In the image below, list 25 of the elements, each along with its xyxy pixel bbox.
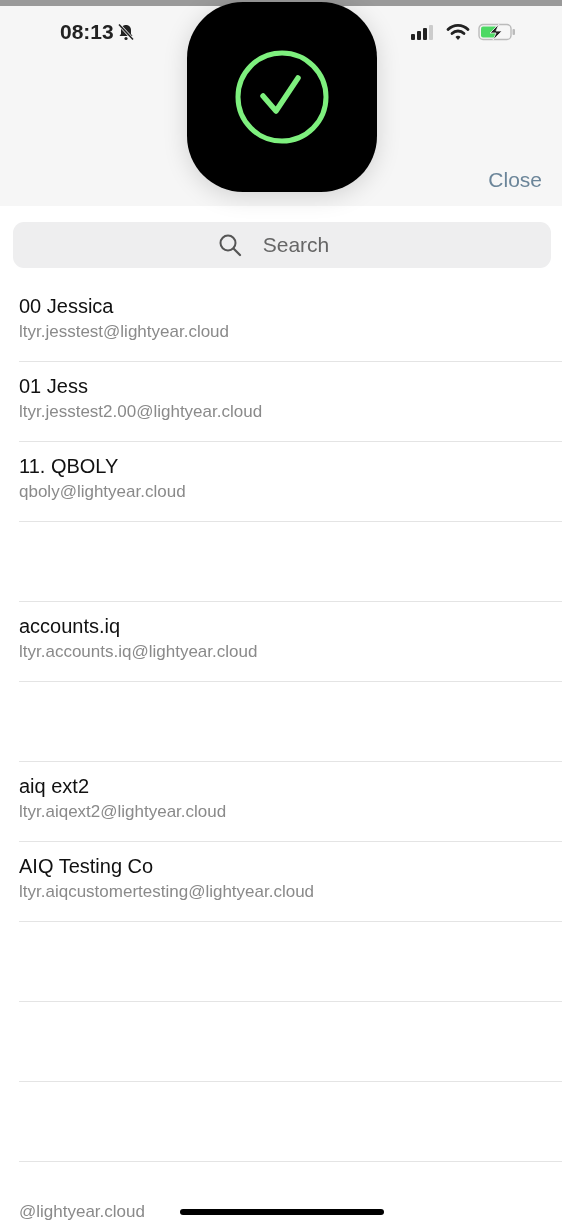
contact-email: ltyr.accounts.iq@lightyear.cloud [19, 642, 258, 662]
contact-email: ltyr.aiqcustomertesting@lightyear.cloud [19, 882, 315, 902]
search-field[interactable]: Search [13, 222, 551, 268]
contact-name: 00 Jessica [19, 295, 114, 318]
contact-name: 01 Jess [19, 375, 88, 398]
contact-email: ltyr.aiqext2@lightyear.cloud [19, 802, 227, 822]
contact-row[interactable]: AIQ Testing Co ltyr.aiqcustomertesting@lightyear.cloud [19, 842, 562, 922]
clock-time: 08:13 [60, 20, 114, 44]
contact-name: accounts.iq [19, 615, 121, 638]
wifi-icon [446, 23, 470, 41]
contact-email: qboly@lightyear.cloud [19, 482, 186, 502]
contact-name: aiq ext2 [19, 775, 90, 798]
contact-row[interactable]: 01 Jess ltyr.jesstest2.00@lightyear.cloud [19, 362, 562, 442]
check-circle-icon [234, 49, 330, 145]
contact-name: 11. QBOLY [19, 455, 119, 478]
contact-row[interactable]: aiq ext2 ltyr.aiqext2@lightyear.cloud [19, 762, 562, 842]
contact-email: @lightyear.cloud [19, 1202, 145, 1222]
close-button[interactable]: Close [488, 168, 542, 192]
contact-name: AIQ Testing Co [19, 855, 154, 878]
contact-email: ltyr.jesstest2.00@lightyear.cloud [19, 402, 263, 422]
contact-row[interactable]: accounts.iq ltyr.accounts.iq@lightyear.cloud [19, 602, 562, 682]
search-icon [218, 233, 242, 257]
contact-row[interactable]: 00 Jessica ltyr.jesstest@lightyear.cloud [19, 282, 562, 362]
contact-row[interactable]: 11. QBOLY qboly@lightyear.cloud [19, 442, 562, 522]
contact-email: ltyr.jesstest@lightyear.cloud [19, 322, 230, 342]
